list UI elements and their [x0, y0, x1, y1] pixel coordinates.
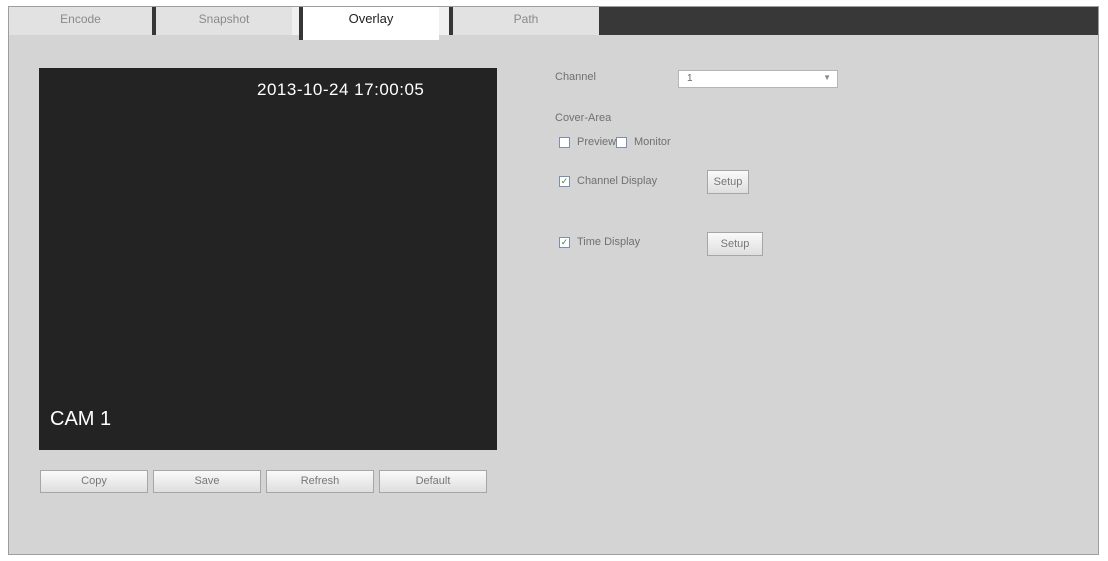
tab-snapshot[interactable]: Snapshot	[152, 7, 292, 35]
checkmark-icon: ✓	[560, 176, 569, 186]
tab-path[interactable]: Path	[449, 7, 599, 35]
time-display-label: Time Display	[577, 236, 641, 248]
channel-label: Channel	[555, 71, 596, 83]
chevron-down-icon: ▼	[823, 73, 831, 82]
monitor-checkbox[interactable]	[616, 137, 627, 148]
channel-display-setup-button[interactable]: Setup	[707, 170, 749, 194]
time-display-setup-button[interactable]: Setup	[707, 232, 763, 256]
default-button[interactable]: Default	[379, 470, 487, 493]
channel-display-checkbox[interactable]: ✓	[559, 176, 570, 187]
channel-select[interactable]: 1 ▼	[678, 70, 838, 88]
monitor-label: Monitor	[634, 136, 671, 148]
channel-select-value: 1	[687, 73, 693, 84]
checkmark-icon: ✓	[560, 237, 569, 247]
video-preview[interactable]: 2013-10-24 17:00:05 CAM 1	[39, 68, 497, 450]
preview-checkbox[interactable]	[559, 137, 570, 148]
channel-display-label: Channel Display	[577, 175, 658, 187]
tab-overlay[interactable]: Overlay	[299, 7, 439, 40]
tab-bar-divider	[9, 35, 1098, 40]
time-overlay[interactable]: 2013-10-24 17:00:05	[257, 80, 424, 100]
tab-encode[interactable]: Encode	[9, 7, 152, 35]
preview-label: Preview	[577, 136, 617, 148]
save-button[interactable]: Save	[153, 470, 261, 493]
tab-bar-filler	[599, 7, 1098, 35]
time-display-checkbox[interactable]: ✓	[559, 237, 570, 248]
channel-name-overlay[interactable]: CAM 1	[50, 408, 111, 431]
tab-bar: Encode Snapshot Overlay Path	[9, 7, 1098, 40]
copy-button[interactable]: Copy	[40, 470, 148, 493]
refresh-button[interactable]: Refresh	[266, 470, 374, 493]
cover-area-label: Cover-Area	[555, 112, 612, 124]
overlay-settings-panel: Encode Snapshot Overlay Path 2013-10-24 …	[8, 6, 1099, 555]
